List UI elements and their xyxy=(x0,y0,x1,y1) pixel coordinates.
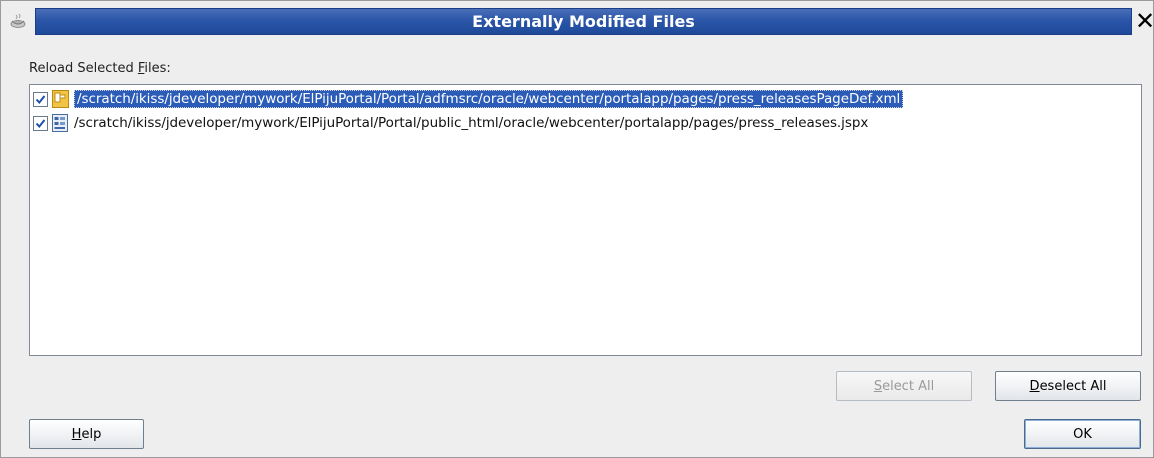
reload-selected-files-label: Reload Selected Files: xyxy=(29,61,171,76)
file-row[interactable]: /scratch/ikiss/jdeveloper/mywork/ElPijuP… xyxy=(33,88,904,110)
file-row[interactable]: /scratch/ikiss/jdeveloper/mywork/ElPijuP… xyxy=(33,112,868,134)
checkmark-icon xyxy=(35,94,46,104)
file-checkbox[interactable] xyxy=(33,115,48,131)
title-strip: Externally Modified Files xyxy=(35,8,1132,35)
externally-modified-files-dialog: Externally Modified Files ✕ Reload Selec… xyxy=(0,0,1154,458)
deselect-all-button[interactable]: Deselect All xyxy=(995,371,1141,401)
close-icon[interactable]: ✕ xyxy=(1135,7,1154,35)
help-button[interactable]: Help xyxy=(29,419,144,449)
title-bar[interactable]: Externally Modified Files ✕ xyxy=(1,1,1154,41)
ok-button[interactable]: OK xyxy=(1024,419,1141,449)
jspx-file-icon xyxy=(52,114,68,132)
select-all-button[interactable]: Select All xyxy=(836,371,972,401)
file-checkbox[interactable] xyxy=(33,91,48,107)
file-list[interactable]: /scratch/ikiss/jdeveloper/mywork/ElPijuP… xyxy=(29,84,1142,356)
checkmark-icon xyxy=(35,118,46,128)
xml-file-icon xyxy=(52,90,69,108)
file-path: /scratch/ikiss/jdeveloper/mywork/ElPijuP… xyxy=(74,115,869,131)
file-path: /scratch/ikiss/jdeveloper/mywork/ElPijuP… xyxy=(74,90,904,108)
dialog-title: Externally Modified Files xyxy=(472,12,695,31)
coffee-cup-icon xyxy=(10,13,26,28)
